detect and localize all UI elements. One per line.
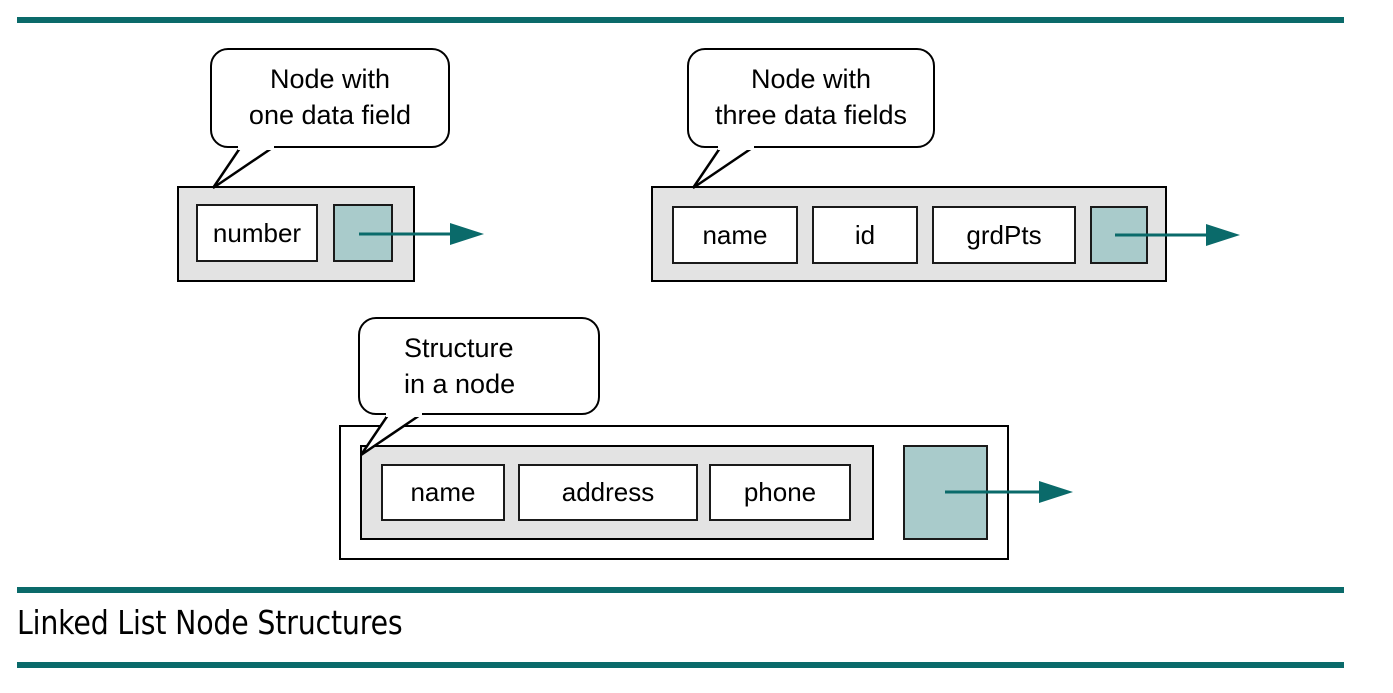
- field-label: name: [410, 477, 476, 507]
- pointer-arrow-node-one-field: [359, 223, 484, 245]
- field-label: grdPts: [966, 219, 1042, 250]
- top-divider-rule: [17, 17, 1344, 23]
- slide-canvas: Node with one data field number Node wit…: [0, 0, 1393, 693]
- field-label: address: [561, 477, 655, 507]
- callout-tail-node-three-fields: [691, 142, 757, 190]
- field-box-grdpts: grdPts: [932, 206, 1076, 264]
- field-box-id: id: [812, 206, 918, 264]
- callout-line-2: in a node: [404, 369, 516, 399]
- callout-structure-in-node: Structure in a node: [358, 317, 600, 415]
- field-label: id: [854, 219, 876, 250]
- title-top-divider-rule: [17, 587, 1344, 593]
- pointer-arrow-node-with-structure: [945, 481, 1073, 503]
- field-box-name: name: [672, 206, 798, 264]
- bottom-divider-rule: [17, 662, 1344, 668]
- callout-line-2: one data field: [248, 100, 412, 130]
- field-box-phone: phone: [709, 464, 851, 521]
- field-label: number: [212, 217, 302, 248]
- callout-node-one-field: Node with one data field: [210, 48, 450, 148]
- field-box-name: name: [381, 464, 505, 521]
- page-title: Linked List Node Structures: [17, 603, 403, 642]
- field-box-address: address: [518, 464, 698, 521]
- pointer-arrow-node-three-fields: [1115, 224, 1240, 246]
- callout-line-1: Node with: [269, 64, 391, 94]
- field-label: phone: [743, 477, 817, 507]
- callout-line-1: Node with: [750, 64, 872, 94]
- callout-line-2: three data fields: [714, 100, 908, 130]
- callout-tail-structure-in-node: [359, 409, 425, 457]
- callout-node-three-fields: Node with three data fields: [687, 48, 935, 148]
- field-box-number: number: [196, 204, 318, 262]
- field-label: name: [702, 219, 768, 250]
- callout-line-1: Structure: [404, 333, 514, 363]
- callout-tail-node-one-field: [211, 142, 277, 190]
